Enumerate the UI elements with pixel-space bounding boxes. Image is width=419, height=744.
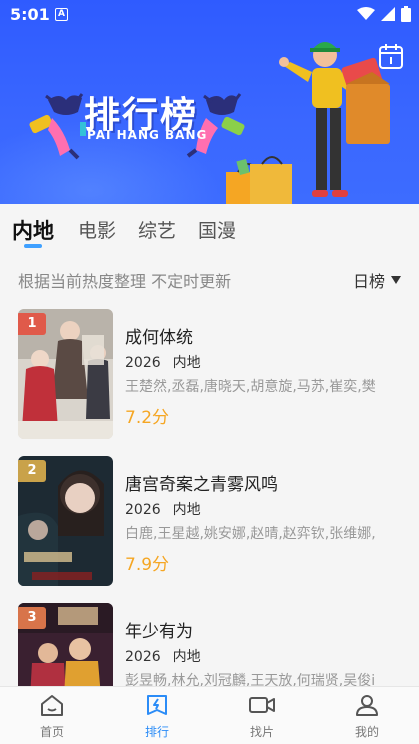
item-year: 2026 [125, 355, 161, 371]
signal-icon [381, 7, 395, 21]
video-camera-icon [249, 697, 275, 713]
rank-badge: 1 [18, 313, 46, 335]
ranking-screen: 5:01 A 排行榜 PAI HANG BANG 内地 电影 综艺 国漫 根据当… [0, 0, 419, 744]
battery-icon [401, 6, 411, 22]
item-score: 7.2分 [125, 408, 170, 428]
nav-profile[interactable]: 我的 [337, 693, 397, 740]
tab-anime[interactable]: 国漫 [198, 216, 236, 243]
notification-badge: A [55, 8, 68, 21]
nav-discover-label: 找片 [249, 725, 274, 739]
nav-home[interactable]: 首页 [22, 693, 82, 740]
nav-discover[interactable]: 找片 [232, 693, 292, 740]
poster-image: 2 [18, 456, 113, 586]
item-meta: 2026 内地 [125, 646, 201, 666]
poster-image: 1 [18, 309, 113, 439]
nav-ranking-label: 排行 [144, 725, 169, 739]
category-tabs: 内地 电影 综艺 国漫 [0, 204, 419, 254]
item-title: 成何体统 [125, 328, 193, 348]
wifi-icon [357, 7, 375, 20]
hero-subtitle: PAI HANG BANG [87, 128, 208, 142]
nav-ranking[interactable]: 排行 [127, 693, 187, 740]
item-year: 2026 [125, 649, 161, 665]
filter-description: 根据当前热度整理 不定时更新 [18, 272, 232, 291]
period-dropdown-label: 日榜 [352, 272, 385, 291]
rank-badge: 2 [18, 460, 46, 482]
tab-mainland[interactable]: 内地 [12, 215, 54, 245]
item-title: 年少有为 [125, 622, 193, 642]
nav-profile-label: 我的 [354, 725, 379, 739]
item-title: 唐宫奇案之青雾风鸣 [125, 475, 278, 495]
list-item[interactable]: 2 唐宫奇案之青雾风鸣 2026 内地 白鹿,王星越,姚安娜,赵晴,赵弈钦,张维娜… [18, 456, 408, 588]
item-region: 内地 [172, 502, 201, 518]
item-region: 内地 [172, 355, 201, 371]
tab-variety[interactable]: 综艺 [138, 216, 176, 243]
tab-movie[interactable]: 电影 [78, 216, 116, 243]
item-meta: 2026 内地 [125, 499, 201, 519]
status-bar: 5:01 A [0, 0, 419, 30]
item-region: 内地 [172, 649, 201, 665]
home-icon [41, 695, 63, 716]
user-icon [356, 695, 378, 716]
list-item[interactable]: 1 成何体统 2026 内地 王楚然,丞磊,唐晓天,胡意旋,马苏,崔奕,樊 7.2… [18, 309, 408, 441]
item-meta: 2026 内地 [125, 352, 201, 372]
item-cast: 白鹿,王星越,姚安娜,赵晴,赵弈钦,张维娜, [125, 526, 376, 542]
period-dropdown[interactable]: 日榜 [353, 268, 401, 292]
rank-badge: 3 [18, 607, 46, 629]
hero-banner: 5:01 A 排行榜 PAI HANG BANG [0, 0, 419, 204]
bottom-nav: 首页 排行 找片 我的 [0, 686, 419, 744]
tab-indicator [24, 244, 42, 248]
item-cast: 王楚然,丞磊,唐晓天,胡意旋,马苏,崔奕,樊 [125, 379, 376, 395]
calendar-icon[interactable] [378, 42, 404, 70]
system-icons [357, 6, 411, 22]
item-score: 7.9分 [125, 555, 170, 575]
nav-home-label: 首页 [39, 725, 64, 739]
filter-row: 根据当前热度整理 不定时更新 日榜 [0, 262, 419, 294]
ranking-icon [147, 695, 167, 715]
caret-down-icon [391, 276, 401, 284]
status-time: 5:01 [10, 5, 50, 24]
item-year: 2026 [125, 502, 161, 518]
hero-illustration [29, 42, 390, 204]
